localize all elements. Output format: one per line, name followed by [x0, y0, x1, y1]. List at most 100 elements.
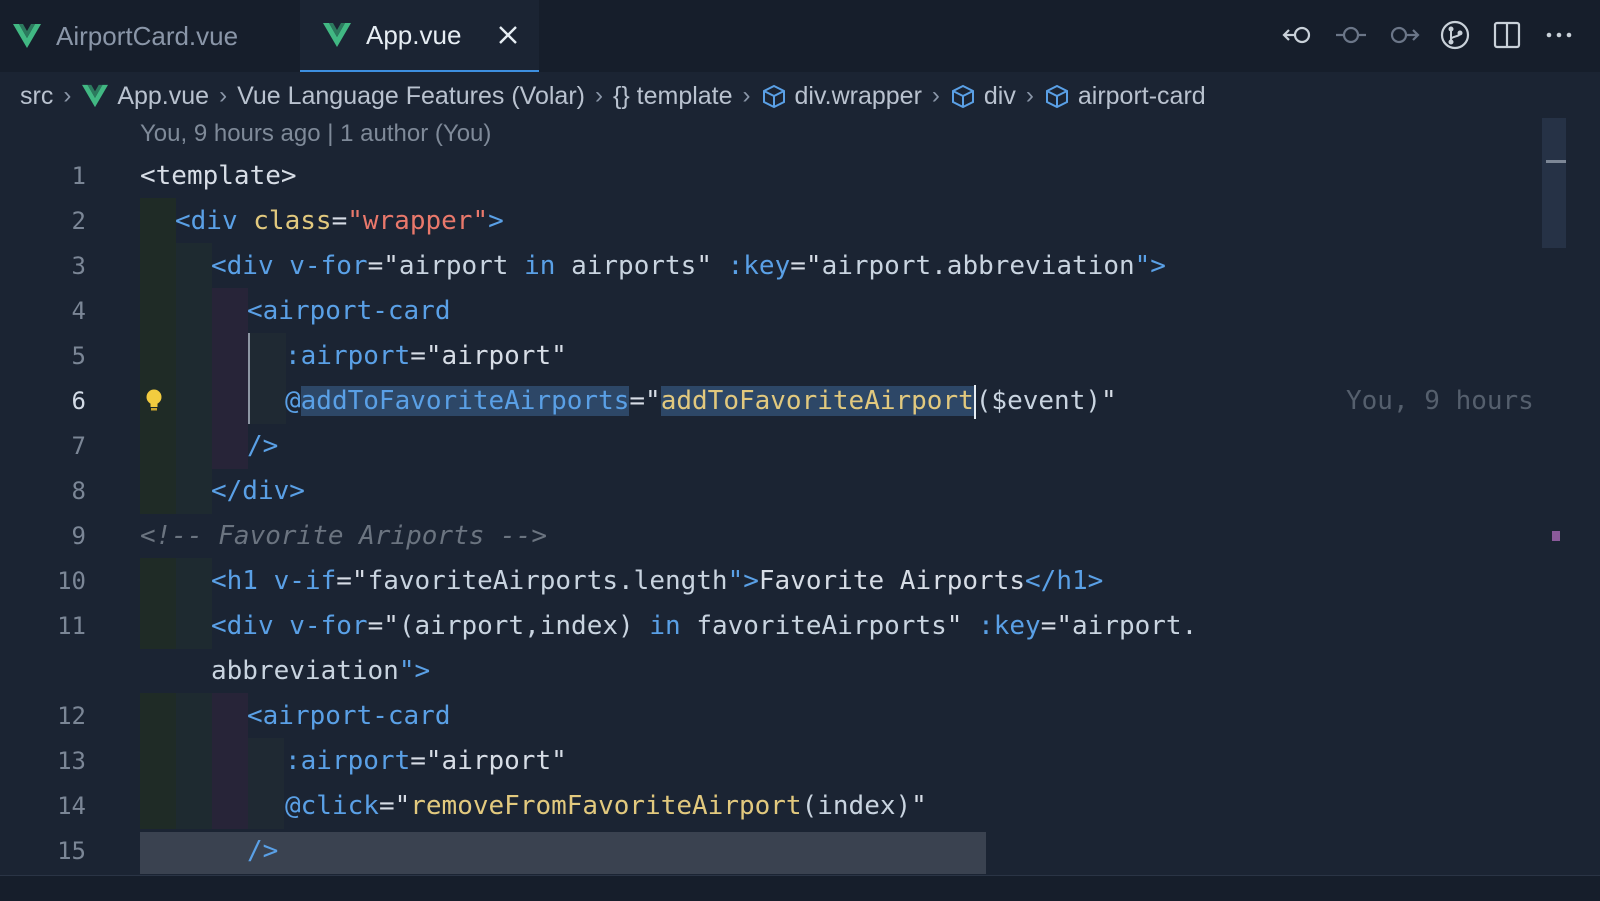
- code-line-active[interactable]: 6 @addToFavoriteAirports="addToFavoriteA…: [0, 378, 1562, 424]
- code-line[interactable]: 8 </div>: [0, 468, 1562, 514]
- token: abbreviation: [211, 656, 399, 686]
- indent-guide: [248, 333, 286, 379]
- token: (airport,index): [398, 611, 634, 641]
- vue-file-icon: [82, 84, 109, 108]
- token: <airport-card: [247, 701, 451, 731]
- token: class: [253, 206, 332, 236]
- token: =": [790, 251, 822, 281]
- code-line[interactable]: 3 <div v-for="airport in airports" :key=…: [0, 243, 1562, 289]
- line-number: 15: [57, 837, 86, 865]
- token: <div: [211, 611, 274, 641]
- token-highlighted: addToFavoriteAirport: [660, 386, 974, 416]
- indent-guide: [176, 333, 212, 379]
- status-bar: [0, 875, 1600, 901]
- token: (index): [801, 791, 912, 821]
- timeline-icon[interactable]: [1334, 18, 1368, 52]
- indent-guide: [140, 783, 176, 829]
- indent-guide: [212, 693, 248, 739]
- indent-guide: [140, 558, 176, 604]
- token: </div>: [211, 476, 305, 506]
- chevron-right-icon: ›: [931, 82, 940, 109]
- token: />: [247, 836, 279, 866]
- token: =": [629, 386, 661, 416]
- vue-file-icon: [13, 24, 41, 48]
- line-number: 11: [57, 612, 86, 640]
- code-editor[interactable]: 1 <template> 2 <div class="wrapper"> 3 <…: [0, 153, 1562, 875]
- inline-blame[interactable]: You, 9 hours a: [1346, 378, 1562, 424]
- breadcrumb-item-volar[interactable]: Vue Language Features (Volar): [237, 82, 585, 111]
- token: ": [946, 611, 963, 641]
- token: :key: [727, 251, 791, 281]
- token: <h1: [211, 566, 258, 596]
- go-back-icon[interactable]: [1282, 18, 1316, 52]
- tab-app[interactable]: App.vue: [300, 0, 539, 72]
- token: airport.abbreviation: [821, 251, 1135, 281]
- breadcrumb-item-airport-card[interactable]: airport-card: [1044, 82, 1206, 111]
- code-line[interactable]: 15 />: [0, 828, 1562, 874]
- breadcrumb-item-src[interactable]: src: [20, 82, 53, 111]
- token: airports: [571, 251, 697, 281]
- scrollbar-change-marker: [1552, 531, 1560, 541]
- breadcrumb-item-div[interactable]: div: [950, 82, 1016, 111]
- indent-guide: [140, 693, 176, 739]
- indent-guide: [140, 738, 176, 784]
- line-number: 12: [57, 702, 86, 730]
- source-control-icon[interactable]: [1438, 18, 1472, 52]
- code-line[interactable]: 7 />: [0, 423, 1562, 469]
- indent-guide: [212, 738, 248, 784]
- tab-label: AirportCard.vue: [56, 20, 239, 51]
- scrollbar-thumb[interactable]: [1542, 118, 1566, 248]
- breadcrumb-item-template[interactable]: {} template: [613, 82, 733, 111]
- chevron-right-icon: ›: [219, 82, 228, 109]
- token: v-for: [289, 251, 368, 281]
- code-line[interactable]: 13 :airport="airport": [0, 738, 1562, 784]
- chevron-right-icon: ›: [742, 82, 751, 109]
- vue-file-icon: [323, 23, 351, 47]
- code-line[interactable]: 12 <airport-card: [0, 693, 1562, 739]
- token: =": [336, 566, 368, 596]
- token: click: [300, 791, 379, 821]
- token: airport.: [1072, 611, 1198, 641]
- token-comment: <!-- Favorite Ariports -->: [140, 521, 547, 551]
- code-line[interactable]: 14 @click="removeFromFavoriteAirport(ind…: [0, 783, 1562, 829]
- code-line[interactable]: 9 <!-- Favorite Ariports -->: [0, 513, 1562, 559]
- breadcrumb-item-div-wrapper[interactable]: div.wrapper: [761, 82, 922, 111]
- indent-guide: [212, 378, 248, 424]
- more-actions-icon[interactable]: [1542, 18, 1576, 52]
- line-number: 14: [57, 792, 86, 820]
- lightbulb-icon[interactable]: [144, 388, 164, 414]
- code-line[interactable]: 10 <h1 v-if="favoriteAirports.length">Fa…: [0, 558, 1562, 604]
- code-line-wrapped[interactable]: abbreviation">: [0, 648, 1562, 694]
- indent-guide: [212, 423, 248, 469]
- token: in: [649, 611, 681, 641]
- git-blame-header[interactable]: You, 9 hours ago | 1 author (You): [140, 120, 491, 148]
- breadcrumb-item-file[interactable]: App.vue: [81, 82, 209, 111]
- go-forward-icon[interactable]: [1386, 18, 1420, 52]
- token: :airport: [285, 341, 411, 371]
- token: =": [367, 611, 399, 641]
- code-line[interactable]: 11 <div v-for="(airport,index) in favori…: [0, 603, 1562, 649]
- code-line[interactable]: 5 :airport="airport": [0, 333, 1562, 379]
- split-editor-icon[interactable]: [1490, 18, 1524, 52]
- code-line[interactable]: 1 <template>: [0, 153, 1562, 199]
- indent-guide: [140, 333, 176, 379]
- cube-icon: [1045, 84, 1068, 109]
- close-icon[interactable]: [495, 22, 521, 48]
- line-number: 2: [71, 207, 86, 235]
- cube-icon: [762, 84, 785, 109]
- indent-guide: [248, 738, 284, 784]
- line-number: 5: [71, 342, 86, 370]
- token: ($event): [975, 386, 1102, 416]
- vertical-scrollbar[interactable]: [1542, 118, 1566, 873]
- indent-guide: [176, 378, 212, 424]
- line-number: 8: [71, 477, 86, 505]
- token: ">: [398, 656, 431, 686]
- tab-airportcard[interactable]: AirportCard.vue: [0, 0, 298, 72]
- breadcrumb: src › App.vue › Vue Language Features (V…: [20, 76, 1206, 116]
- cube-icon: [951, 84, 974, 109]
- code-line[interactable]: 2 <div class="wrapper">: [0, 198, 1562, 244]
- line-number: 13: [57, 747, 86, 775]
- code-line[interactable]: 4 <airport-card: [0, 288, 1562, 334]
- token: =": [367, 251, 399, 281]
- token: Favorite Airports: [758, 566, 1026, 596]
